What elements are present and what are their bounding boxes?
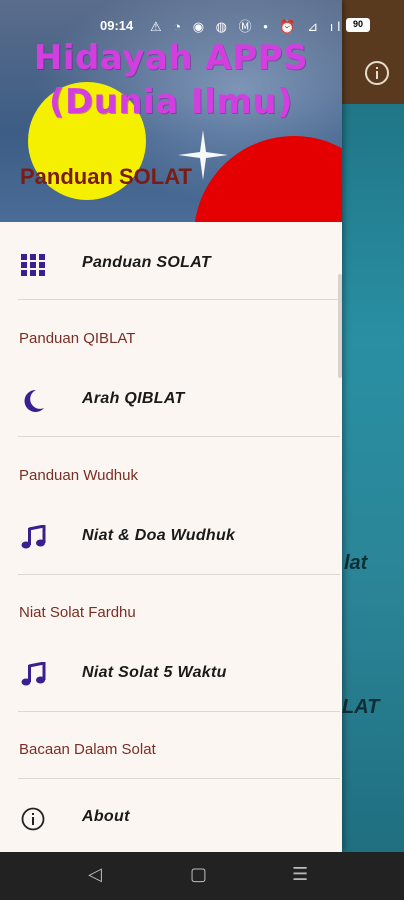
back-button[interactable]: ◁ bbox=[88, 864, 112, 888]
status-icons: ⚠ ◔ ◉ ◍ Ⓜ • ⏰ ⊿ ıl ıl bbox=[150, 19, 367, 34]
scrollbar[interactable] bbox=[338, 274, 342, 378]
section-header-bacaan-dalam-solat: Bacaan Dalam Solat bbox=[19, 741, 156, 758]
divider bbox=[18, 778, 340, 779]
menu-item-label: About bbox=[82, 808, 130, 825]
background-text: LAT bbox=[342, 696, 380, 718]
status-time: 09:14 bbox=[100, 18, 134, 33]
grid-icon bbox=[21, 254, 45, 276]
title-line-1: Hidayah APPS bbox=[33, 38, 309, 78]
info-icon[interactable] bbox=[364, 60, 390, 86]
divider bbox=[18, 574, 340, 575]
system-nav-bar: ◁ ▢ ☰ bbox=[0, 852, 404, 900]
info-icon bbox=[21, 807, 45, 831]
battery-icon: 90 bbox=[346, 18, 370, 32]
menu-item-arah-qiblat[interactable]: Arah QIBLAT bbox=[0, 370, 342, 430]
menu-item-label: Niat & Doa Wudhuk bbox=[82, 527, 236, 544]
divider bbox=[18, 299, 340, 300]
menu-item-niat-solat-5-waktu[interactable]: Niat Solat 5 Waktu bbox=[0, 644, 342, 704]
background-text: lat bbox=[344, 552, 368, 574]
title-line-2: (Dunia Ilmu) bbox=[48, 82, 294, 122]
section-header-panduan-qiblat: Panduan QIBLAT bbox=[19, 330, 136, 347]
menu-item-about[interactable]: About bbox=[0, 788, 342, 848]
menu-item-panduan-solat[interactable]: Panduan SOLAT bbox=[0, 234, 342, 294]
divider bbox=[18, 711, 340, 712]
music-note-icon bbox=[21, 525, 46, 549]
moon-icon bbox=[24, 389, 44, 412]
menu-item-label: Arah QIBLAT bbox=[82, 390, 185, 407]
menu-item-label: Niat Solat 5 Waktu bbox=[82, 664, 227, 681]
drawer-title: Hidayah APPS (Dunia Ilmu) bbox=[0, 36, 342, 124]
drawer-subtitle: Panduan SOLAT bbox=[20, 164, 192, 189]
section-header-panduan-wudhuk: Panduan Wudhuk bbox=[19, 467, 138, 484]
recents-button[interactable]: ☰ bbox=[292, 864, 316, 888]
section-header-niat-solat-fardhu: Niat Solat Fardhu bbox=[19, 604, 136, 621]
home-button[interactable]: ▢ bbox=[190, 864, 214, 888]
status-bar: 09:14 ⚠ ◔ ◉ ◍ Ⓜ • ⏰ ⊿ ıl ıl 90 bbox=[0, 0, 404, 40]
music-note-icon bbox=[21, 662, 46, 686]
screen: lat LAT 09:14 ⚠ ◔ ◉ ◍ Ⓜ • ⏰ ⊿ ıl ıl 90 H… bbox=[0, 0, 404, 900]
menu-item-niat-doa-wudhuk[interactable]: Niat & Doa Wudhuk bbox=[0, 507, 342, 567]
menu-item-label: Panduan SOLAT bbox=[82, 254, 211, 271]
navigation-drawer: Hidayah APPS (Dunia Ilmu) Panduan SOLAT bbox=[0, 0, 342, 852]
divider bbox=[18, 436, 340, 437]
